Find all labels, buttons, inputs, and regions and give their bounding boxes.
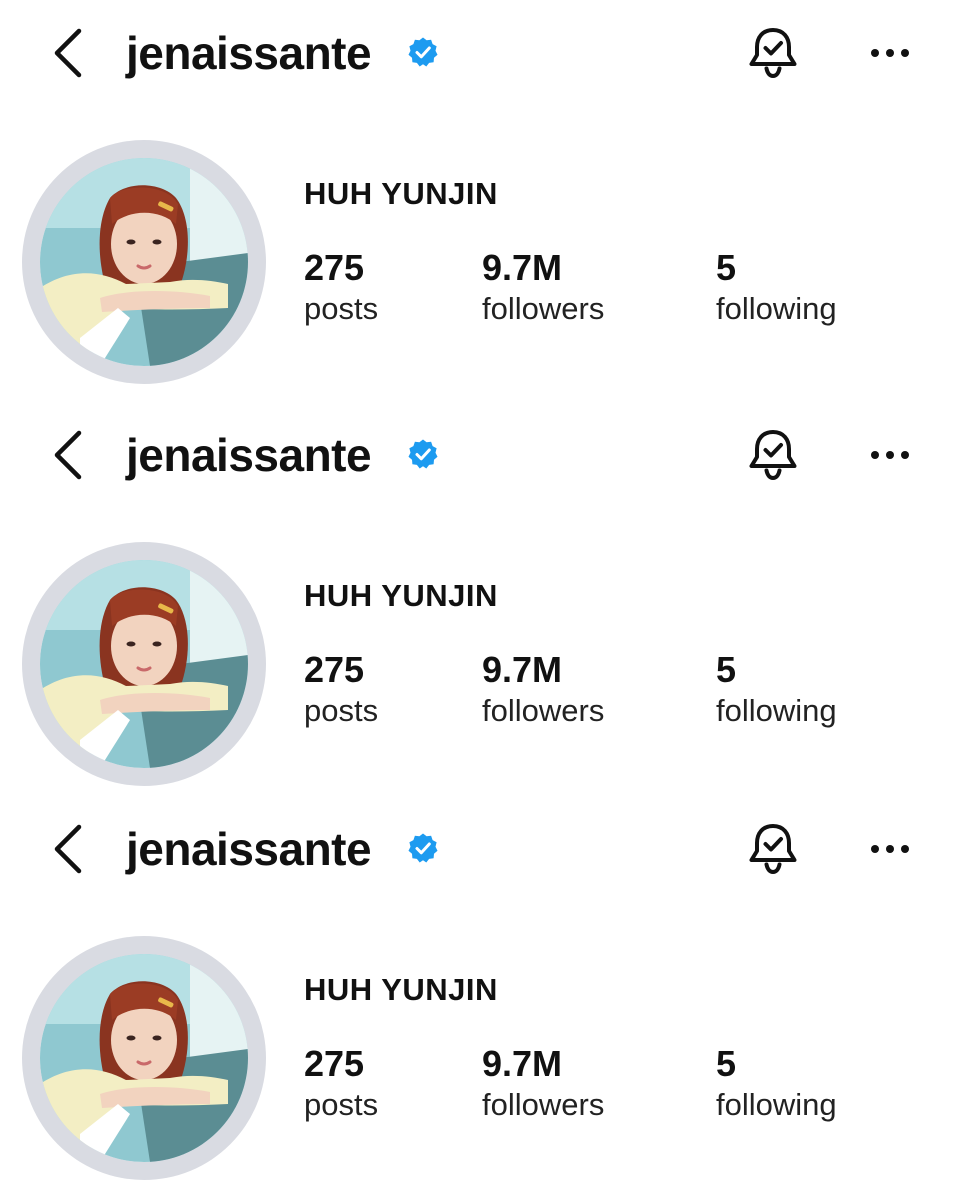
chevron-left-icon (54, 824, 82, 874)
more-horizontal-icon (871, 451, 909, 459)
bell-check-icon (749, 824, 797, 875)
chevron-left-icon (54, 28, 82, 78)
more-options-button[interactable] (866, 38, 914, 68)
posts-count: 275 (304, 247, 365, 288)
posts-label: posts (304, 693, 379, 728)
followers-label: followers (482, 1087, 605, 1122)
notifications-button[interactable] (744, 820, 802, 878)
full-name: HUH YUNJIN (304, 176, 498, 211)
verified-badge-icon (407, 832, 439, 864)
following-label: following (716, 1087, 837, 1122)
bell-check-icon (749, 430, 797, 481)
full-name: HUH YUNJIN (304, 578, 498, 613)
followers-label: followers (482, 291, 605, 326)
profile-header-panel: jenaissante HUH YUNJIN 275 posts 9.7M fo… (0, 796, 959, 1196)
following-count: 5 (716, 649, 737, 690)
username: jenaissante (126, 429, 372, 481)
bell-check-icon (749, 28, 797, 79)
posts-count: 275 (304, 649, 365, 690)
following-stat[interactable]: 5 following (716, 1042, 837, 1124)
followers-stat[interactable]: 9.7M followers (482, 246, 604, 328)
back-button[interactable] (46, 818, 90, 880)
profile-photo (40, 954, 248, 1162)
username: jenaissante (126, 27, 372, 79)
back-button[interactable] (46, 22, 90, 84)
avatar[interactable] (40, 560, 248, 768)
followers-count: 9.7M (482, 649, 563, 690)
following-count: 5 (716, 247, 737, 288)
followers-count: 9.7M (482, 1043, 563, 1084)
profile-photo (40, 560, 248, 768)
back-button[interactable] (46, 424, 90, 486)
posts-label: posts (304, 291, 379, 326)
notifications-button[interactable] (744, 24, 802, 82)
followers-label: followers (482, 693, 605, 728)
posts-stat[interactable]: 275 posts (304, 246, 378, 328)
more-options-button[interactable] (866, 834, 914, 864)
following-stat[interactable]: 5 following (716, 246, 837, 328)
chevron-left-icon (54, 430, 82, 480)
full-name: HUH YUNJIN (304, 972, 498, 1007)
followers-count: 9.7M (482, 247, 563, 288)
followers-stat[interactable]: 9.7M followers (482, 648, 604, 730)
notifications-button[interactable] (744, 426, 802, 484)
avatar[interactable] (40, 954, 248, 1162)
following-label: following (716, 693, 837, 728)
followers-stat[interactable]: 9.7M followers (482, 1042, 604, 1124)
following-label: following (716, 291, 837, 326)
more-horizontal-icon (871, 845, 909, 853)
profile-photo (40, 158, 248, 366)
profile-header-panel: jenaissante HUH YUNJIN 275 posts 9.7M fo… (0, 402, 959, 802)
more-horizontal-icon (871, 49, 909, 57)
avatar[interactable] (40, 158, 248, 366)
posts-stat[interactable]: 275 posts (304, 648, 378, 730)
posts-label: posts (304, 1087, 379, 1122)
following-count: 5 (716, 1043, 737, 1084)
posts-count: 275 (304, 1043, 365, 1084)
following-stat[interactable]: 5 following (716, 648, 837, 730)
profile-header-panel: jenaissante HUH YUNJIN 275 posts 9.7M fo… (0, 0, 959, 400)
username: jenaissante (126, 823, 372, 875)
posts-stat[interactable]: 275 posts (304, 1042, 378, 1124)
more-options-button[interactable] (866, 440, 914, 470)
verified-badge-icon (407, 438, 439, 470)
verified-badge-icon (407, 36, 439, 68)
